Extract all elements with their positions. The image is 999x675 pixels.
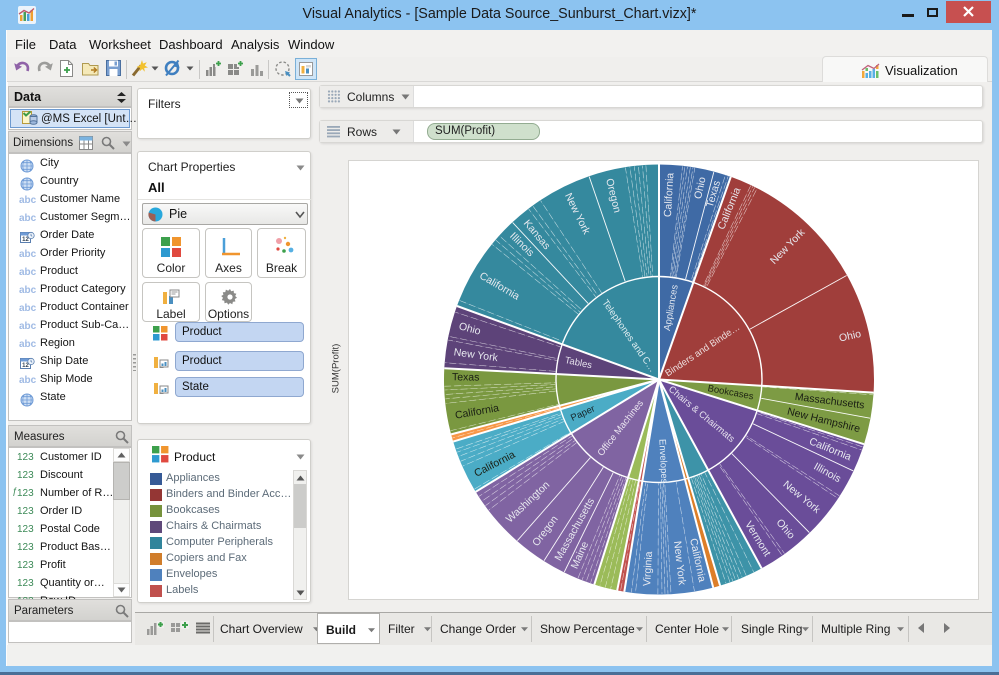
svg-text:California: California xyxy=(662,172,676,217)
svg-text:Texas: Texas xyxy=(452,371,480,383)
svg-text:Virginia: Virginia xyxy=(641,551,655,587)
svg-text:Envelopes: Envelopes xyxy=(656,439,669,484)
